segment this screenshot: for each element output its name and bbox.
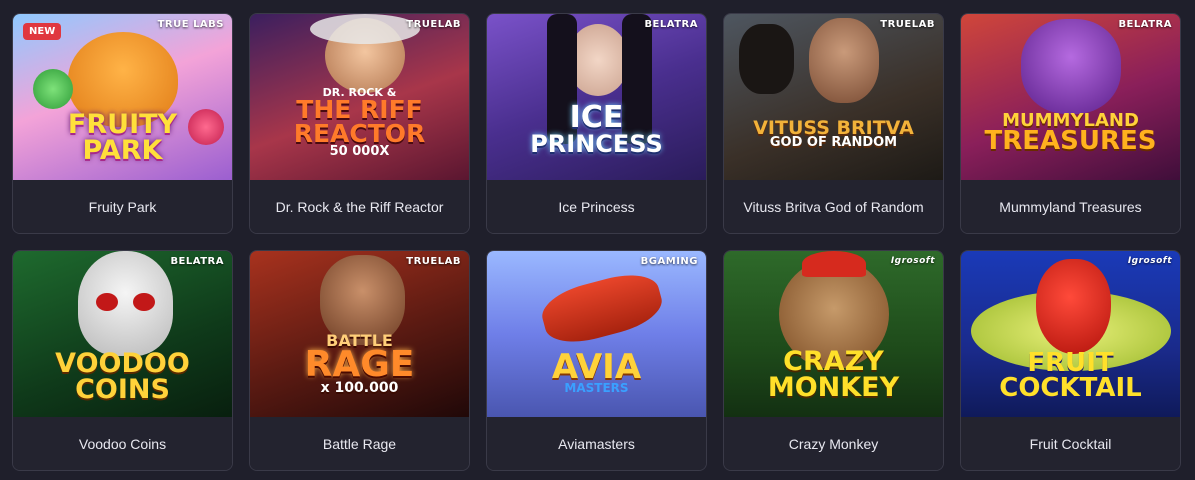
game-title: Crazy Monkey xyxy=(724,417,943,470)
provider-label: Igrosoft xyxy=(890,256,935,266)
provider-label: BELATRA xyxy=(1118,19,1172,30)
game-logo: DR. ROCK & THE RIFF REACTOR 50 000X xyxy=(293,86,426,159)
game-thumbnail[interactable]: BELATRA VOODOO COINS xyxy=(13,251,232,417)
provider-label: BGAMING xyxy=(640,256,698,267)
game-logo: VITUSS BRITVA GOD OF RANDOM xyxy=(753,117,914,151)
games-grid: NEW TRUE LABS FRUITY PARK Fruity Park TRU… xyxy=(0,0,1195,480)
game-logo: AVIA MASTERS xyxy=(551,347,642,396)
game-logo: CRAZY MONKEY xyxy=(767,346,900,403)
game-thumbnail[interactable]: BELATRA ICE PRINCESS xyxy=(487,14,706,180)
game-title: Battle Rage xyxy=(250,417,469,470)
provider-label: BELATRA xyxy=(644,19,698,30)
game-card-crazy-monkey[interactable]: Igrosoft CRAZY MONKEY Crazy Monkey xyxy=(723,250,944,471)
game-title: Mummyland Treasures xyxy=(961,180,1180,233)
game-logo: FRUITY PARK xyxy=(67,109,178,166)
game-thumbnail[interactable]: TRUELAB BATTLE RAGE x 100.000 xyxy=(250,251,469,417)
game-title: Ice Princess xyxy=(487,180,706,233)
provider-label: TRUE LABS xyxy=(157,19,224,30)
game-logo: FRUIT COCKTAIL xyxy=(999,348,1142,403)
provider-label: TRUELAB xyxy=(406,256,461,267)
game-title: Fruit Cocktail xyxy=(961,417,1180,470)
game-title: Dr. Rock & the Riff Reactor xyxy=(250,180,469,233)
game-thumbnail[interactable]: Igrosoft CRAZY MONKEY xyxy=(724,251,943,417)
game-card-dr-rock[interactable]: TRUELAB DR. ROCK & THE RIFF REACTOR 50 0… xyxy=(249,13,470,234)
game-logo: BATTLE RAGE x 100.000 xyxy=(304,331,415,397)
game-title: Voodoo Coins xyxy=(13,417,232,470)
game-thumbnail[interactable]: TRUELAB VITUSS BRITVA GOD OF RANDOM xyxy=(724,14,943,180)
game-thumbnail[interactable]: TRUELAB DR. ROCK & THE RIFF REACTOR 50 0… xyxy=(250,14,469,180)
game-thumbnail[interactable]: BGAMING AVIA MASTERS xyxy=(487,251,706,417)
game-card-fruit-cocktail[interactable]: Igrosoft FRUIT COCKTAIL Fruit Cocktail xyxy=(960,250,1181,471)
game-card-ice-princess[interactable]: BELATRA ICE PRINCESS Ice Princess xyxy=(486,13,707,234)
provider-label: BELATRA xyxy=(170,256,224,267)
game-thumbnail[interactable]: Igrosoft FRUIT COCKTAIL xyxy=(961,251,1180,417)
provider-label: Igrosoft xyxy=(1127,256,1172,266)
game-logo: VOODOO COINS xyxy=(55,348,190,405)
game-card-vituss-britva[interactable]: TRUELAB VITUSS BRITVA GOD OF RANDOM Vitu… xyxy=(723,13,944,234)
game-card-aviamasters[interactable]: BGAMING AVIA MASTERS Aviamasters xyxy=(486,250,707,471)
game-title: Vituss Britva God of Random xyxy=(724,180,943,233)
game-card-battle-rage[interactable]: TRUELAB BATTLE RAGE x 100.000 Battle Rag… xyxy=(249,250,470,471)
game-card-mummyland[interactable]: BELATRA MUMMYLAND TREASURES Mummyland Tr… xyxy=(960,13,1181,234)
game-thumbnail[interactable]: NEW TRUE LABS FRUITY PARK xyxy=(13,14,232,180)
game-logo: MUMMYLAND TREASURES xyxy=(984,110,1157,157)
game-title: Aviamasters xyxy=(487,417,706,470)
game-logo: ICE PRINCESS xyxy=(530,100,663,158)
game-card-fruity-park[interactable]: NEW TRUE LABS FRUITY PARK Fruity Park xyxy=(12,13,233,234)
new-badge: NEW xyxy=(23,23,62,40)
game-title: Fruity Park xyxy=(13,180,232,233)
provider-label: TRUELAB xyxy=(880,19,935,30)
game-thumbnail[interactable]: BELATRA MUMMYLAND TREASURES xyxy=(961,14,1180,180)
game-card-voodoo-coins[interactable]: BELATRA VOODOO COINS Voodoo Coins xyxy=(12,250,233,471)
provider-label: TRUELAB xyxy=(406,19,461,30)
